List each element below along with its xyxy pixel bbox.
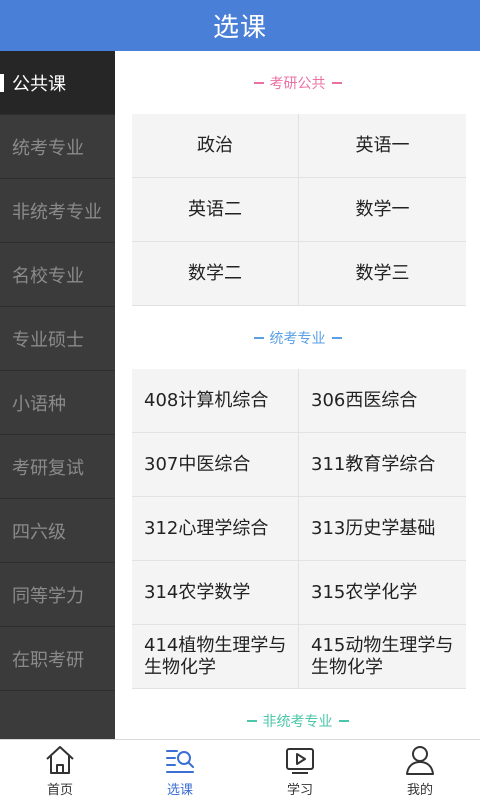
course-item[interactable]: 314农学数学: [132, 561, 299, 625]
dash-right: [331, 81, 342, 84]
course-item[interactable]: 312心理学综合: [132, 497, 299, 561]
sidebar-item-in-service[interactable]: 在职考研: [0, 627, 115, 691]
category-sidebar: 公共课 统考专业 非统考专业 名校专业 专业硕士 小语种 考研复试 四六级 同等…: [0, 51, 115, 739]
section-title: 非统考专业: [262, 713, 333, 730]
tab-courses[interactable]: 选课: [120, 740, 240, 800]
course-grid-unified: 408计算机综合 306西医综合 307中医综合 311教育学综合 312心理学…: [132, 369, 466, 689]
page-title: 选课: [212, 13, 267, 43]
course-item[interactable]: 英语一: [299, 114, 466, 178]
course-item[interactable]: 306西医综合: [299, 369, 466, 433]
tab-me[interactable]: 我的: [360, 740, 480, 800]
section-header-unified: 统考专业: [115, 306, 480, 369]
section-title: 考研公共: [269, 75, 326, 92]
top-bar: 选课: [0, 0, 480, 51]
course-item[interactable]: 英语二: [132, 178, 299, 242]
sidebar-item-non-unified-major[interactable]: 非统考专业: [0, 179, 115, 243]
course-list[interactable]: 考研公共 政治 英语一 英语二 数学一 数学二 数学三 统考专业 408计算机综…: [115, 51, 480, 739]
sidebar-item-unified-major[interactable]: 统考专业: [0, 115, 115, 179]
user-icon: [406, 745, 434, 775]
home-icon: [46, 745, 74, 774]
course-item[interactable]: 307中医综合: [132, 433, 299, 497]
course-item[interactable]: 408计算机综合: [132, 369, 299, 433]
tab-label: 我的: [406, 782, 433, 798]
tab-label: 学习: [286, 782, 313, 798]
course-item[interactable]: 数学三: [299, 242, 466, 306]
course-item[interactable]: 政治: [132, 114, 299, 178]
section-header-non-unified: 非统考专业: [115, 689, 480, 739]
course-item[interactable]: 313历史学基础: [299, 497, 466, 561]
sidebar-item-equivalent[interactable]: 同等学力: [0, 563, 115, 627]
sidebar-item-public[interactable]: 公共课: [0, 51, 115, 115]
dash-right: [331, 336, 342, 339]
tab-label: 首页: [46, 782, 73, 798]
course-item[interactable]: 414植物生理学与生物化学: [132, 625, 299, 689]
course-search-icon: [166, 749, 194, 773]
sidebar-item-minor-language[interactable]: 小语种: [0, 371, 115, 435]
dash-left: [253, 81, 264, 84]
dash-right: [338, 719, 349, 722]
play-video-icon: [286, 747, 314, 774]
course-item[interactable]: 315农学化学: [299, 561, 466, 625]
tab-home[interactable]: 首页: [0, 740, 120, 800]
section-title: 统考专业: [269, 330, 326, 347]
dash-left: [246, 719, 257, 722]
tab-label: 选课: [166, 782, 193, 798]
sidebar-item-cet[interactable]: 四六级: [0, 499, 115, 563]
course-item[interactable]: 415动物生理学与生物化学: [299, 625, 466, 689]
section-header-public: 考研公共: [115, 51, 480, 114]
course-grid-public: 政治 英语一 英语二 数学一 数学二 数学三: [132, 114, 466, 306]
sidebar-item-professional-master[interactable]: 专业硕士: [0, 307, 115, 371]
tab-study[interactable]: 学习: [240, 740, 360, 800]
bottom-tab-bar: 首页 选课 学习 我的: [0, 739, 480, 800]
course-item[interactable]: 311教育学综合: [299, 433, 466, 497]
dash-left: [253, 336, 264, 339]
sidebar-item-famous-school[interactable]: 名校专业: [0, 243, 115, 307]
course-item[interactable]: 数学二: [132, 242, 299, 306]
course-item[interactable]: 数学一: [299, 178, 466, 242]
sidebar-item-retest[interactable]: 考研复试: [0, 435, 115, 499]
